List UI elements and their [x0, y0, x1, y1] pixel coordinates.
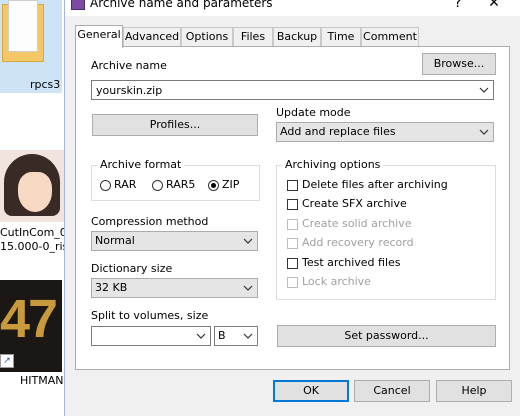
radio-rar[interactable] [100, 180, 111, 191]
anime-face [18, 172, 52, 212]
checkbox-create-solid [287, 219, 298, 230]
split-volumes-label: Split to volumes, size [91, 309, 209, 322]
set-password-button[interactable]: Set password... [277, 325, 496, 347]
cancel-button[interactable]: Cancel [354, 380, 430, 402]
checkbox-delete-files[interactable] [287, 180, 298, 191]
tab-advanced[interactable]: Advanced [123, 27, 181, 47]
update-mode-select[interactable]: Add and replace files [276, 122, 494, 142]
checkbox-delete-files-label: Delete files after archiving [302, 178, 448, 191]
radio-zip[interactable] [208, 180, 219, 191]
chevron-down-icon [243, 238, 253, 244]
dictionary-size-select[interactable]: 32 KB [91, 278, 258, 298]
title-bar[interactable]: Archive name and parameters ? ✕ [65, 0, 520, 16]
compression-method-label: Compression method [91, 215, 209, 228]
archive-dialog: Archive name and parameters ? ✕ General … [64, 0, 520, 416]
dictionary-size-label: Dictionary size [91, 262, 173, 275]
dictionary-size-value: 32 KB [95, 281, 128, 294]
ok-button[interactable]: OK [273, 380, 349, 402]
profiles-button[interactable]: Profiles... [92, 114, 258, 136]
close-button[interactable]: ✕ [479, 0, 509, 14]
help-button[interactable]: Help [436, 380, 512, 402]
shortcut-arrow-icon: ↗ [0, 354, 14, 368]
browse-button[interactable]: Browse... [422, 53, 496, 75]
general-panel: Archive name Browse... yourskin.zip Prof… [75, 46, 510, 370]
archive-name-label: Archive name [91, 59, 167, 72]
tab-general[interactable]: General [75, 25, 123, 48]
archive-name-value: yourskin.zip [96, 84, 163, 97]
desktop-icon-label: HITMAN [20, 374, 64, 387]
help-title-button[interactable]: ? [443, 0, 473, 14]
split-unit-value: B [218, 329, 226, 342]
compression-method-select[interactable]: Normal [91, 231, 258, 251]
desktop-icon-label: rpcs3 [30, 78, 61, 91]
checkbox-test-archived[interactable] [287, 258, 298, 269]
archive-format-title: Archive format [97, 158, 185, 171]
chevron-down-icon [479, 87, 489, 93]
checkbox-recovery-record-label: Add recovery record [302, 236, 414, 249]
checkbox-lock-archive [287, 277, 298, 288]
radio-rar-label: RAR [114, 178, 137, 191]
checkbox-recovery-record [287, 238, 298, 249]
tab-backup[interactable]: Backup [273, 27, 321, 47]
chevron-down-icon [196, 333, 206, 339]
folder-paper [8, 0, 38, 52]
tab-files[interactable]: Files [233, 27, 273, 47]
update-mode-value: Add and replace files [280, 125, 396, 138]
archive-name-input[interactable]: yourskin.zip [91, 80, 494, 100]
anime-thumbnail-icon[interactable] [0, 150, 64, 222]
tab-comment[interactable]: Comment [361, 27, 419, 47]
compression-method-value: Normal [95, 234, 135, 247]
archive-format-group: Archive format RAR RAR5 ZIP [91, 158, 260, 201]
desktop-background: rpcs3 CutInCom_0 15.000-0_risu 47 ↗ HITM… [0, 0, 70, 412]
update-mode-label: Update mode [276, 106, 351, 119]
checkbox-test-archived-label: Test archived files [302, 256, 401, 269]
tab-options[interactable]: Options [181, 27, 233, 47]
checkbox-create-solid-label: Create solid archive [302, 217, 412, 230]
chevron-down-icon [243, 285, 253, 291]
chevron-down-icon [243, 333, 253, 339]
checkbox-lock-archive-label: Lock archive [302, 275, 371, 288]
archiving-options-title: Archiving options [282, 158, 384, 171]
chevron-down-icon [479, 129, 489, 135]
desktop-icon-label: 15.000-0_risu [0, 240, 70, 253]
split-unit-select[interactable]: B [214, 326, 258, 346]
hitman-number: 47 [0, 289, 58, 349]
winrar-app-icon [71, 0, 85, 10]
desktop-icon-label: CutInCom_0 [0, 226, 67, 239]
checkbox-create-sfx[interactable] [287, 199, 298, 210]
radio-zip-label: ZIP [222, 178, 240, 191]
desktop-icon-rpcs3[interactable]: rpcs3 [0, 0, 62, 93]
tab-time[interactable]: Time [321, 27, 361, 47]
checkbox-create-sfx-label: Create SFX archive [302, 197, 407, 210]
radio-rar5[interactable] [152, 180, 163, 191]
archiving-options-group: Archiving options Delete files after arc… [276, 158, 496, 300]
window-title: Archive name and parameters [90, 0, 273, 10]
split-size-input[interactable] [91, 326, 211, 346]
radio-rar5-label: RAR5 [166, 178, 196, 191]
